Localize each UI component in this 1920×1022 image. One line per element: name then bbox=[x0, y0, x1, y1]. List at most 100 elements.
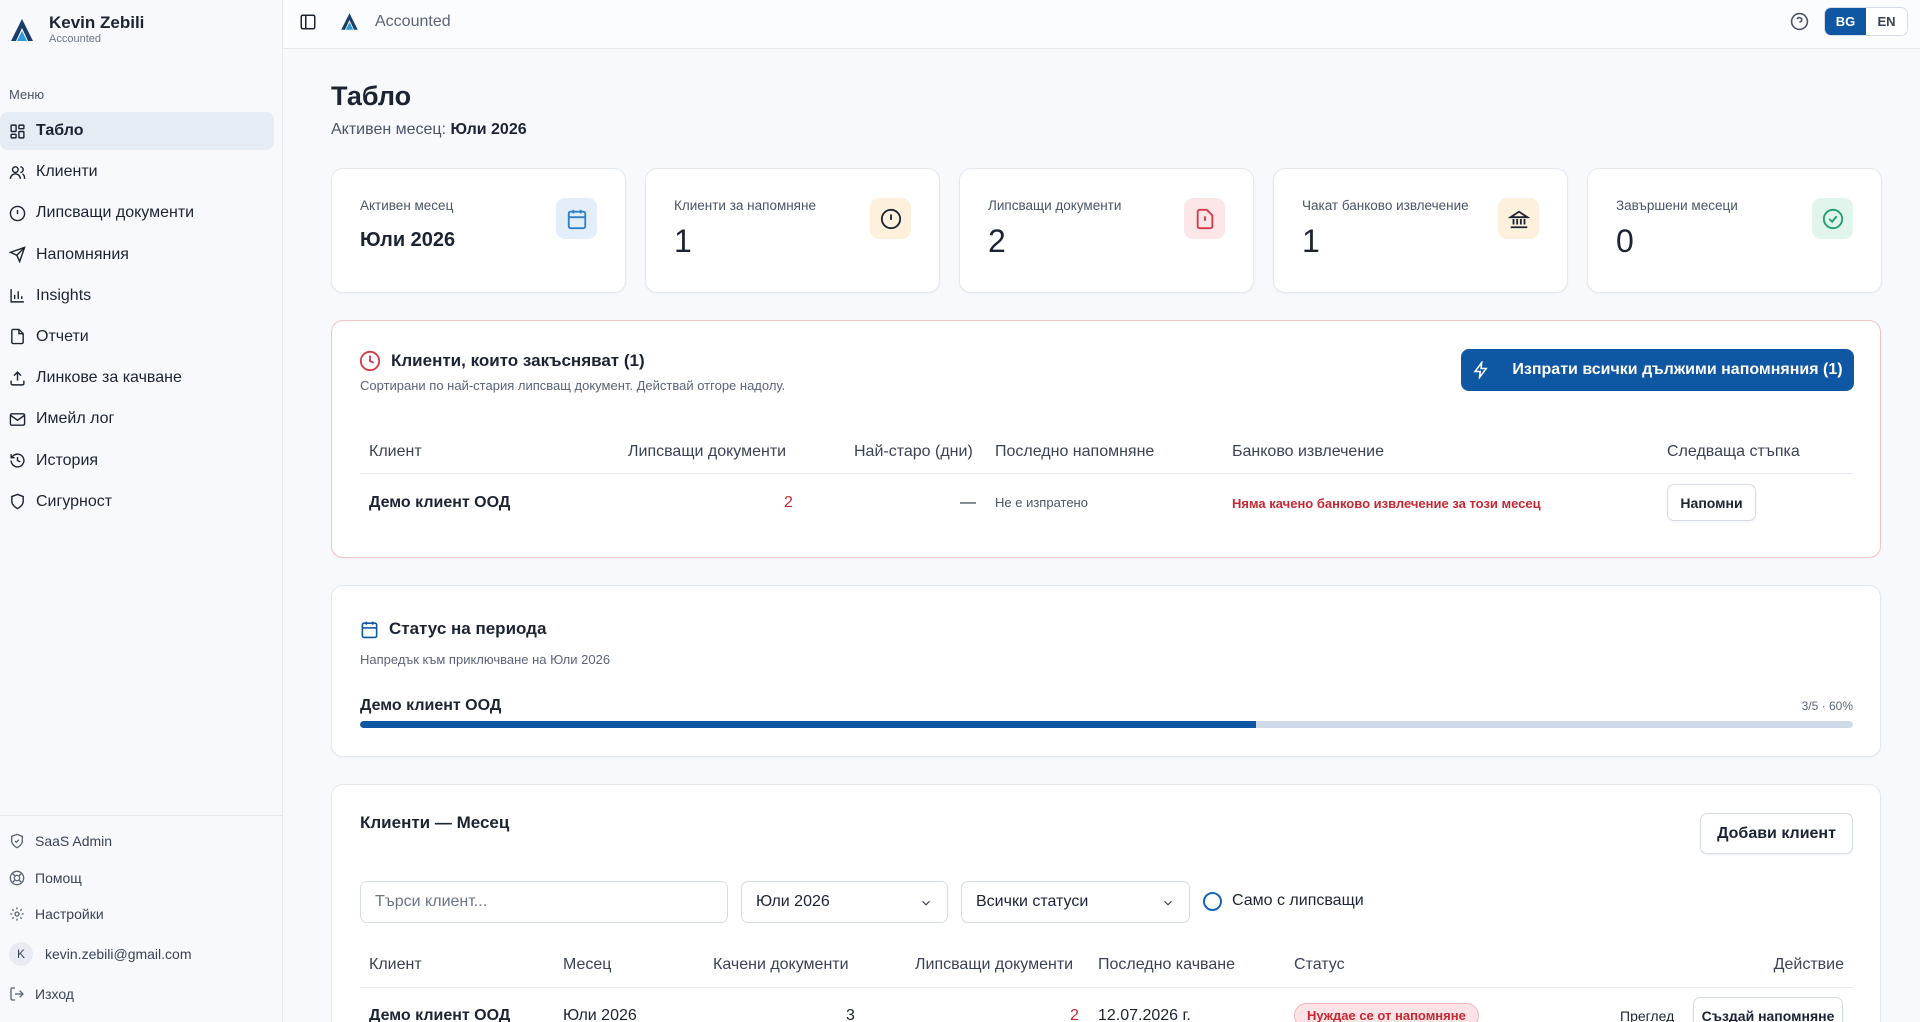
help-icon[interactable] bbox=[1790, 12, 1809, 31]
sidebar-item-history[interactable]: История bbox=[0, 442, 274, 480]
stat-label: Активен месец bbox=[360, 198, 454, 213]
cell-client[interactable]: Демо клиент ООД bbox=[369, 1007, 510, 1022]
stat-value: 1 bbox=[674, 223, 692, 259]
stat-value: 1 bbox=[1302, 223, 1320, 259]
period-progress-fill bbox=[360, 721, 1256, 728]
col-header-last-reminder: Последно напомняне bbox=[995, 443, 1155, 460]
sidebar-toggle-icon[interactable] bbox=[299, 13, 317, 31]
col-header-next-step: Следваща стъпка bbox=[1667, 443, 1800, 460]
col-header-missing: Липсващи документи bbox=[915, 956, 1074, 973]
col-header-month: Месец bbox=[563, 956, 612, 973]
sidebar-item-dashboard[interactable]: Табло bbox=[0, 112, 274, 150]
send-all-reminders-button[interactable]: Изпрати всички дължими напомняния (1) bbox=[1461, 349, 1854, 391]
stat-icon-box bbox=[870, 198, 911, 239]
sidebar-item-label: Клиенти bbox=[36, 163, 98, 181]
late-clients-title: Клиенти, които закъсняват (1) bbox=[359, 350, 645, 372]
view-link[interactable]: Преглед bbox=[1620, 1008, 1674, 1022]
lang-bg-button[interactable]: BG bbox=[1825, 8, 1866, 35]
cell-last-upload: 12.07.2026 г. bbox=[1098, 1007, 1191, 1022]
cell-oldest: — bbox=[960, 494, 976, 511]
sidebar-item-logout[interactable]: Изход bbox=[0, 976, 274, 1013]
stat-card-awaiting-bank: Чакат банково извлечение 1 bbox=[1273, 168, 1568, 293]
remind-button[interactable]: Напомни bbox=[1667, 484, 1756, 521]
bank-icon bbox=[1507, 210, 1530, 228]
file-alert-icon bbox=[1196, 208, 1213, 229]
month-select-value: Юли 2026 bbox=[756, 893, 830, 910]
active-month-label: Активен месец: bbox=[331, 121, 447, 138]
sidebar-item-reports[interactable]: Отчети bbox=[0, 318, 274, 356]
check-circle-icon bbox=[1822, 208, 1843, 229]
sidebar-divider bbox=[0, 815, 283, 816]
sidebar-item-help[interactable]: Помощ bbox=[0, 860, 274, 897]
file-icon bbox=[11, 329, 24, 345]
alert-circle-icon bbox=[9, 205, 26, 222]
period-status-title: Статус на периода bbox=[360, 619, 546, 639]
active-month-line: Активен месец: Юли 2026 bbox=[331, 121, 527, 139]
sidebar-item-reminders[interactable]: Напомняния bbox=[0, 236, 274, 274]
table-divider bbox=[360, 987, 1853, 988]
alert-circle-icon bbox=[880, 208, 901, 229]
sidebar-item-label: Напомняния bbox=[36, 245, 129, 263]
col-header-client: Клиент bbox=[369, 956, 422, 973]
logout-icon bbox=[10, 987, 24, 1001]
clients-month-title: Клиенти — Месец bbox=[360, 813, 510, 832]
sidebar-item-saas-admin[interactable]: SaaS Admin bbox=[0, 823, 274, 860]
user-name: Kevin Zebili bbox=[49, 13, 145, 32]
sidebar-item-missing-docs[interactable]: Липсващи документи bbox=[0, 194, 274, 232]
stat-card-missing-docs: Липсващи документи 2 bbox=[959, 168, 1254, 293]
sidebar-item-label: Insights bbox=[36, 286, 92, 304]
sidebar-item-clients[interactable]: Клиенти bbox=[0, 153, 274, 191]
send-icon bbox=[9, 246, 26, 264]
sidebar-item-insights[interactable]: Insights bbox=[0, 277, 274, 315]
sidebar-user[interactable]: K kevin.zebili@gmail.com bbox=[0, 933, 274, 976]
lightning-icon bbox=[1473, 361, 1489, 379]
sidebar-item-label: SaaS Admin bbox=[35, 833, 113, 850]
history-icon bbox=[10, 453, 25, 468]
app-title: Accounted bbox=[375, 13, 451, 30]
lang-en-button[interactable]: EN bbox=[1866, 8, 1907, 35]
sidebar-bottom: SaaS Admin Помощ Настройки K kevin.zebil… bbox=[0, 823, 274, 1012]
month-select[interactable]: Юли 2026 bbox=[741, 881, 948, 923]
chevron-down-icon bbox=[1164, 900, 1172, 906]
cell-client[interactable]: Демо клиент ООД bbox=[369, 494, 510, 512]
stat-label: Клиенти за напомняне bbox=[674, 198, 816, 213]
sidebar-item-email-log[interactable]: Имейл лог bbox=[0, 400, 274, 438]
cell-missing: 2 bbox=[1070, 1007, 1079, 1022]
stat-card-clients-to-remind: Клиенти за напомняне 1 bbox=[645, 168, 940, 293]
client-search-input[interactable] bbox=[375, 893, 727, 911]
sidebar-item-label: Линкове за качване bbox=[36, 369, 182, 387]
clients-month-card: Клиенти — Месец Добави клиент Юли 2026 В… bbox=[331, 784, 1881, 1022]
org-name: Accounted bbox=[49, 33, 101, 45]
menu-label: Меню bbox=[9, 87, 45, 102]
brand[interactable]: Kevin Zebili Accounted bbox=[8, 13, 144, 46]
sidebar-nav: Табло Клиенти Липсващи документи Напомня… bbox=[0, 112, 274, 524]
avatar: K bbox=[9, 942, 33, 967]
client-search-field[interactable] bbox=[360, 881, 728, 923]
accounted-logo-icon bbox=[11, 18, 33, 41]
sidebar-item-settings[interactable]: Настройки bbox=[0, 896, 274, 933]
stat-icon-box bbox=[1812, 198, 1853, 239]
late-clients-title-text: Клиенти, които закъсняват (1) bbox=[391, 351, 645, 370]
calendar-icon bbox=[361, 621, 378, 638]
sidebar-item-label: Сигурност bbox=[36, 492, 113, 510]
col-header-client: Клиент bbox=[369, 443, 422, 460]
status-select[interactable]: Всички статуси bbox=[961, 881, 1190, 923]
sidebar-item-upload-links[interactable]: Линкове за качване bbox=[0, 359, 274, 397]
accounted-logo-icon bbox=[341, 13, 358, 30]
stat-value: 2 bbox=[988, 223, 1006, 259]
active-month-value: Юли 2026 bbox=[450, 121, 527, 138]
period-client-name: Демо клиент ООД bbox=[360, 697, 502, 714]
upload-icon bbox=[10, 370, 25, 386]
create-reminder-button[interactable]: Създай напомняне bbox=[1693, 997, 1843, 1022]
gear-icon bbox=[10, 907, 24, 922]
period-status-subtitle: Напредък към приключване на Юли 2026 bbox=[360, 652, 611, 667]
col-header-status: Статус bbox=[1294, 956, 1345, 973]
sidebar-item-label: Отчети bbox=[36, 327, 89, 345]
lifebuoy-icon bbox=[9, 870, 25, 886]
clock-icon bbox=[359, 350, 381, 372]
only-missing-label[interactable]: Само с липсващи bbox=[1232, 892, 1364, 910]
sidebar-item-label: Имейл лог bbox=[36, 410, 115, 428]
add-client-button[interactable]: Добави клиент bbox=[1700, 813, 1853, 854]
only-missing-checkbox[interactable] bbox=[1203, 892, 1222, 911]
sidebar-item-security[interactable]: Сигурност bbox=[0, 483, 274, 521]
